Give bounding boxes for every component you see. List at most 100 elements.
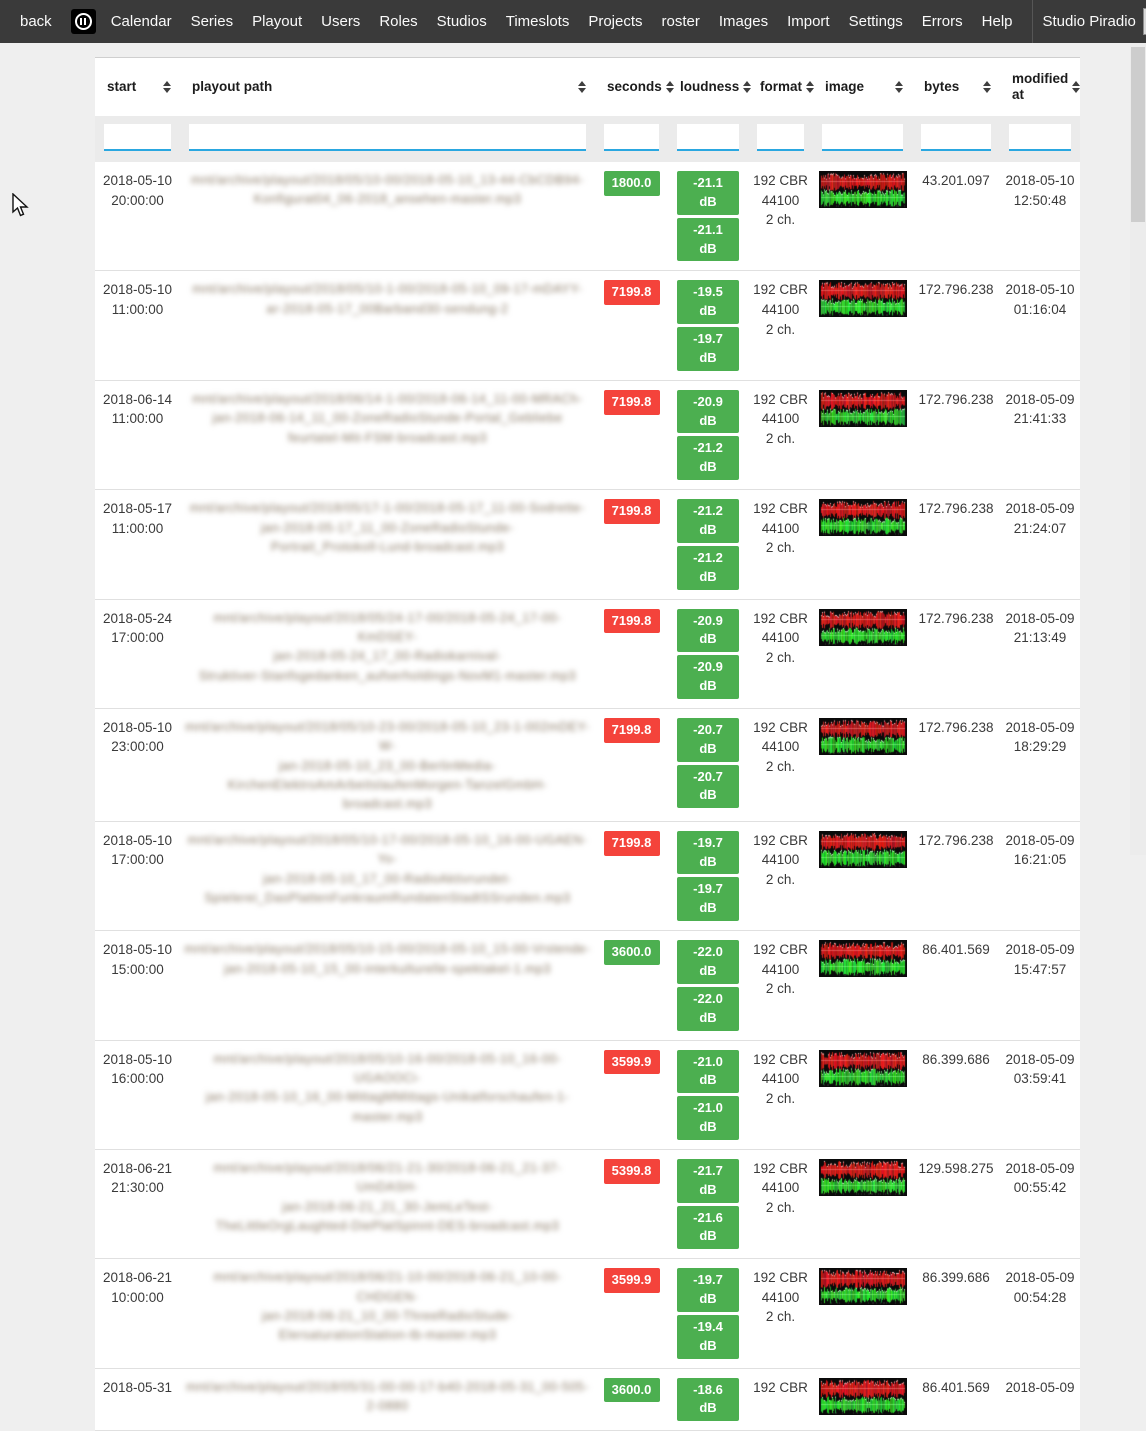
cell-bytes: 129.598.275 bbox=[912, 1150, 1000, 1258]
waveform-image[interactable] bbox=[819, 280, 907, 317]
nav-item-import[interactable]: Import bbox=[787, 13, 830, 30]
waveform-image[interactable] bbox=[819, 1268, 907, 1305]
cell-start: 2018-05-1023:00:00 bbox=[95, 709, 180, 821]
waveform-image[interactable] bbox=[819, 171, 907, 208]
seconds-badge: 3600.0 bbox=[604, 940, 660, 965]
column-header-loudness[interactable]: loudness bbox=[668, 58, 748, 116]
studio-select[interactable]: Studio Piradio bbox=[1032, 0, 1146, 43]
nav-item-images[interactable]: Images bbox=[719, 13, 768, 30]
column-header-label: image bbox=[825, 79, 864, 95]
loudness-badge: -20.7 dB bbox=[677, 718, 739, 762]
filter-cell-format bbox=[748, 116, 813, 162]
column-header-format[interactable]: format bbox=[748, 58, 813, 116]
seconds-badge: 3599.9 bbox=[604, 1050, 660, 1075]
cell-playout-path: mnt/archive/playout/2018/05/17-1-00/2018… bbox=[180, 490, 595, 598]
waveform-image[interactable] bbox=[819, 1050, 907, 1087]
cell-playout-path: mnt/archive/playout/2018/05/24-17-00/201… bbox=[180, 600, 595, 708]
waveform-image[interactable] bbox=[819, 718, 907, 755]
loudness-badge: -19.7 dB bbox=[677, 1268, 739, 1312]
waveform-image[interactable] bbox=[819, 390, 907, 427]
cell-playout-path: mnt/archive/playout/2018/06/21-21-30/201… bbox=[180, 1150, 595, 1258]
waveform-image[interactable] bbox=[819, 1378, 907, 1415]
waveform-image[interactable] bbox=[819, 940, 907, 977]
column-header-label: bytes bbox=[924, 79, 959, 95]
sort-icon[interactable] bbox=[163, 81, 171, 93]
nav-item-studios[interactable]: Studios bbox=[437, 13, 487, 30]
nav-item-projects[interactable]: Projects bbox=[588, 13, 642, 30]
cell-loudness: -19.5 dB-19.7 dB bbox=[668, 271, 748, 379]
nav-item-help[interactable]: Help bbox=[982, 13, 1013, 30]
filter-input-format[interactable] bbox=[757, 124, 804, 151]
waveform-image[interactable] bbox=[819, 609, 907, 646]
redacted-path-text: mnt/archive/playout/2018/06/21-21-30/201… bbox=[184, 1159, 591, 1237]
column-header-label: playout path bbox=[192, 79, 272, 95]
loudness-badge: -21.7 dB bbox=[677, 1159, 739, 1203]
redacted-path-text: mnt/archive/playout/2018/06/14-1-00/2018… bbox=[184, 390, 591, 448]
nav-item-series[interactable]: Series bbox=[191, 13, 234, 30]
loudness-badge: -21.2 dB bbox=[677, 499, 739, 543]
column-header-image[interactable]: image bbox=[813, 58, 912, 116]
table-row: 2018-05-31mnt/archive/playout/2018/05/31… bbox=[95, 1369, 1080, 1431]
filter-input-playout_path[interactable] bbox=[189, 124, 586, 151]
cell-playout-path: mnt/archive/playout/2018/05/10-1-00/2018… bbox=[180, 271, 595, 379]
loudness-badge: -20.9 dB bbox=[677, 390, 739, 434]
filter-cell-image bbox=[813, 116, 912, 162]
cell-format: 192 CBR441002 ch. bbox=[748, 931, 813, 1039]
cell-loudness: -21.1 dB-21.1 dB bbox=[668, 162, 748, 270]
filter-cell-modified_at bbox=[1000, 116, 1080, 162]
filter-cell-start bbox=[95, 116, 180, 162]
nav-item-timeslots[interactable]: Timeslots bbox=[506, 13, 570, 30]
cell-loudness: -18.6 dB bbox=[668, 1369, 748, 1431]
loudness-badge: -19.7 dB bbox=[677, 327, 739, 371]
loudness-badge: -18.6 dB bbox=[677, 1378, 739, 1422]
waveform-image[interactable] bbox=[819, 499, 907, 536]
cell-format: 192 CBR441002 ch. bbox=[748, 162, 813, 270]
filter-input-image[interactable] bbox=[822, 124, 903, 151]
table-row: 2018-05-1023:00:00mnt/archive/playout/20… bbox=[95, 709, 1080, 822]
filter-cell-seconds bbox=[595, 116, 668, 162]
nav-item-settings[interactable]: Settings bbox=[849, 13, 903, 30]
column-header-playout_path[interactable]: playout path bbox=[180, 58, 595, 116]
nav-item-roster[interactable]: roster bbox=[662, 13, 700, 30]
top-nav: back Calendar Series Playout Users Roles Stud… bbox=[0, 0, 1146, 43]
loudness-badge: -19.5 dB bbox=[677, 280, 739, 324]
filter-input-modified_at[interactable] bbox=[1009, 124, 1071, 151]
column-header-bytes[interactable]: bytes bbox=[912, 58, 1000, 116]
cell-modified-at: 2018-05-0900:55:42 bbox=[1000, 1150, 1080, 1258]
filter-input-bytes[interactable] bbox=[921, 124, 991, 151]
cell-loudness: -21.2 dB-21.2 dB bbox=[668, 490, 748, 598]
nav-item-users[interactable]: Users bbox=[321, 13, 360, 30]
vertical-scrollbar[interactable] bbox=[1130, 43, 1146, 855]
column-header-modified_at[interactable]: modified at bbox=[1000, 58, 1080, 116]
table-row: 2018-05-1011:00:00mnt/archive/playout/20… bbox=[95, 271, 1080, 380]
back-button[interactable]: back bbox=[20, 13, 52, 30]
cell-loudness: -21.0 dB-21.0 dB bbox=[668, 1041, 748, 1149]
sort-icon[interactable] bbox=[895, 81, 903, 93]
cell-seconds: 5399.8 bbox=[595, 1150, 668, 1258]
column-header-start[interactable]: start bbox=[95, 58, 180, 116]
cell-image bbox=[813, 1150, 912, 1258]
nav-item-roles[interactable]: Roles bbox=[379, 13, 417, 30]
waveform-image[interactable] bbox=[819, 1159, 907, 1196]
cell-playout-path: mnt/archive/playout/2018/05/10-15-00/201… bbox=[180, 931, 595, 1039]
sort-icon[interactable] bbox=[983, 81, 991, 93]
filter-input-seconds[interactable] bbox=[604, 124, 659, 151]
nav-item-errors[interactable]: Errors bbox=[922, 13, 963, 30]
seconds-badge: 1800.0 bbox=[604, 171, 660, 196]
filter-input-start[interactable] bbox=[104, 124, 171, 151]
nav-item-calendar[interactable]: Calendar bbox=[111, 13, 172, 30]
redacted-path-text: mnt/archive/playout/2018/05/10-17-00/201… bbox=[184, 831, 591, 909]
sort-icon[interactable] bbox=[1072, 81, 1080, 93]
filter-input-loudness[interactable] bbox=[677, 124, 739, 151]
cell-start: 2018-05-2417:00:00 bbox=[95, 600, 180, 708]
loudness-badge: -21.6 dB bbox=[677, 1206, 739, 1250]
scrollbar-thumb[interactable] bbox=[1131, 47, 1145, 222]
waveform-image[interactable] bbox=[819, 831, 907, 868]
cell-modified-at: 2018-05-0918:29:29 bbox=[1000, 709, 1080, 821]
column-header-seconds[interactable]: seconds bbox=[595, 58, 668, 116]
seconds-badge: 7199.8 bbox=[604, 609, 660, 634]
cell-modified-at: 2018-05-0921:24:07 bbox=[1000, 490, 1080, 598]
redacted-path-text: mnt/archive/playout/2018/05/10-16-00/201… bbox=[184, 1050, 591, 1128]
nav-item-playout[interactable]: Playout bbox=[252, 13, 302, 30]
sort-icon[interactable] bbox=[578, 81, 586, 93]
